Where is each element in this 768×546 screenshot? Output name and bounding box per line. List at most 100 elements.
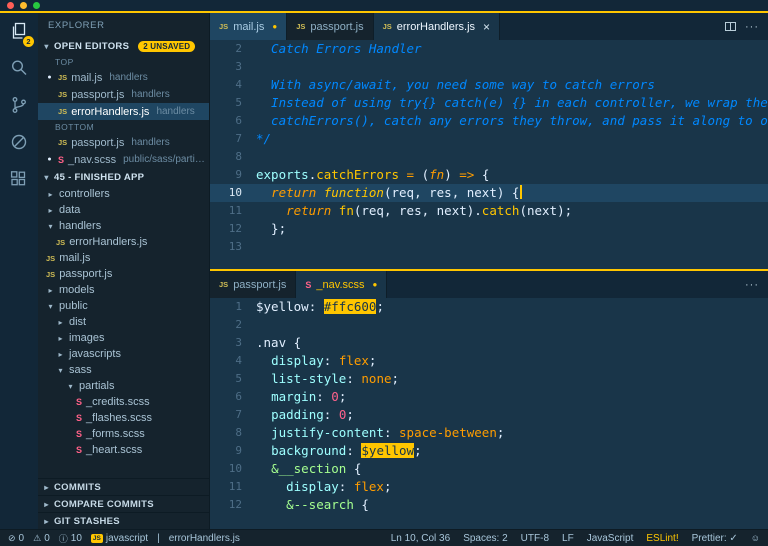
section-label: COMMITS bbox=[54, 481, 101, 493]
code-line[interactable]: 4 display: flex; bbox=[210, 352, 768, 370]
code-line[interactable]: 8 justify-content: space-between; bbox=[210, 424, 768, 442]
status-filename[interactable]: errorHandlers.js bbox=[169, 533, 240, 544]
chevron-down-icon: ▾ bbox=[58, 365, 63, 375]
status-indentation[interactable]: Spaces: 2 bbox=[463, 533, 507, 544]
code-token: $yellow bbox=[256, 299, 309, 314]
close-icon[interactable]: × bbox=[483, 21, 490, 33]
code-line[interactable]: 4 With async/await, you need some way to… bbox=[210, 76, 768, 94]
zoom-window-button[interactable] bbox=[33, 2, 40, 9]
tab-mail-js[interactable]: JS mail.js ● bbox=[210, 13, 288, 40]
code-editor-top[interactable]: 2 Catch Errors Handler 3 4 With async/awai… bbox=[210, 40, 768, 269]
open-editors-header[interactable]: ▾ OPEN EDITORS 2 UNSAVED bbox=[38, 37, 209, 55]
code-line[interactable]: 11 return fn(req, res, next).catch(next)… bbox=[210, 202, 768, 220]
tree-item-passport-js[interactable]: JS passport.js bbox=[38, 266, 209, 282]
code-line[interactable]: 13 bbox=[210, 238, 768, 256]
tree-item-label: passport.js bbox=[59, 268, 113, 280]
line-content: justify-content: space-between; bbox=[256, 424, 768, 442]
close-window-button[interactable] bbox=[7, 2, 14, 9]
code-token: ( bbox=[414, 167, 430, 182]
code-line[interactable]: 6 catchErrors(), catch any errors they t… bbox=[210, 112, 768, 130]
code-line[interactable]: 3 bbox=[210, 58, 768, 76]
tree-item-partials[interactable]: ▾ partials bbox=[38, 378, 209, 394]
code-line[interactable]: 5 list-style: none; bbox=[210, 370, 768, 388]
more-actions-icon[interactable]: ··· bbox=[745, 279, 759, 291]
code-line[interactable]: 3 .nav { bbox=[210, 334, 768, 352]
code-line[interactable]: 5 Instead of using try{} catch(e) {} in … bbox=[210, 94, 768, 112]
tab-label: errorHandlers.js bbox=[396, 20, 476, 33]
minimize-window-button[interactable] bbox=[20, 2, 27, 9]
code-line[interactable]: 10 &__section { bbox=[210, 460, 768, 478]
chevron-right-icon: ▸ bbox=[44, 499, 49, 509]
section-git-stashes[interactable]: ▸ GIT STASHES bbox=[38, 512, 209, 529]
tree-item-_flashes-scss[interactable]: S _flashes.scss bbox=[38, 410, 209, 426]
status-language[interactable]: JavaScript bbox=[587, 533, 634, 544]
line-content: padding: 0; bbox=[256, 406, 768, 424]
split-editor-icon[interactable] bbox=[725, 22, 736, 31]
code-line[interactable]: 11 display: flex; bbox=[210, 478, 768, 496]
status-eslint[interactable]: ESLint! bbox=[646, 533, 678, 544]
open-editor-item[interactable]: JS passport.js handlers bbox=[38, 134, 209, 151]
activity-debug-button[interactable] bbox=[8, 133, 30, 155]
code-line[interactable]: 10 return function(req, res, next) { bbox=[210, 184, 768, 202]
chevron-right-icon: ▸ bbox=[44, 516, 49, 526]
tab-passport-js[interactable]: JS passport.js bbox=[210, 271, 297, 298]
code-line[interactable]: 1 $yellow: #ffc600; bbox=[210, 298, 768, 316]
tab-errorHandlers-js[interactable]: JS errorHandlers.js × bbox=[373, 13, 501, 40]
editor-area: JS mail.js ● JS passport.js JS errorHandlers.j… bbox=[210, 13, 768, 529]
error-icon: ⊘ bbox=[8, 532, 16, 543]
workspace-tree-header[interactable]: ▾ 45 - FINISHED APP bbox=[38, 168, 209, 186]
code-line[interactable]: 2 bbox=[210, 316, 768, 334]
status-eol[interactable]: LF bbox=[562, 533, 574, 544]
code-line[interactable]: 2 Catch Errors Handler bbox=[210, 40, 768, 58]
status-feedback[interactable]: ☺ bbox=[751, 533, 760, 543]
code-line[interactable]: 8 bbox=[210, 148, 768, 166]
code-line[interactable]: 6 margin: 0; bbox=[210, 388, 768, 406]
line-content: exports.catchErrors = (fn) => { bbox=[256, 166, 768, 184]
tree-item-public[interactable]: ▾ public bbox=[38, 298, 209, 314]
tree-item-javascripts[interactable]: ▸ javascripts bbox=[38, 346, 209, 362]
status-info[interactable]: ⓘ 10 bbox=[59, 532, 82, 545]
activity-explorer-button[interactable]: 2 bbox=[8, 22, 34, 47]
code-token: background bbox=[271, 443, 347, 458]
more-actions-icon[interactable]: ··· bbox=[745, 21, 759, 33]
tab-_nav-scss[interactable]: S _nav.scss ● bbox=[296, 271, 388, 298]
activity-search-button[interactable] bbox=[8, 59, 30, 81]
tree-item-errorHandlers-js[interactable]: JS errorHandlers.js bbox=[38, 234, 209, 250]
status-cursor-position[interactable]: Ln 10, Col 36 bbox=[391, 533, 451, 544]
tab-passport-js[interactable]: JS passport.js bbox=[287, 13, 374, 40]
section-compare-commits[interactable]: ▸ COMPARE COMMITS bbox=[38, 495, 209, 512]
code-line[interactable]: 7 */ bbox=[210, 130, 768, 148]
code-line[interactable]: 9 background: $yellow; bbox=[210, 442, 768, 460]
tree-item-_forms-scss[interactable]: S _forms.scss bbox=[38, 426, 209, 442]
tree-item-mail-js[interactable]: JS mail.js bbox=[38, 250, 209, 266]
code-line[interactable]: 9 exports.catchErrors = (fn) => { bbox=[210, 166, 768, 184]
tree-item-controllers[interactable]: ▸ controllers bbox=[38, 186, 209, 202]
file-name: errorHandlers.js bbox=[71, 105, 150, 118]
code-line[interactable]: 7 padding: 0; bbox=[210, 406, 768, 424]
tree-item-data[interactable]: ▸ data bbox=[38, 202, 209, 218]
section-commits[interactable]: ▸ COMMITS bbox=[38, 478, 209, 495]
open-editor-item[interactable]: JS passport.js handlers bbox=[38, 86, 209, 103]
code-editor-bottom[interactable]: 1 $yellow: #ffc600; 2 3 .nav {4 display: fle… bbox=[210, 298, 768, 529]
tree-item-handlers[interactable]: ▾ handlers bbox=[38, 218, 209, 234]
line-number: 8 bbox=[235, 426, 242, 439]
tree-item-_heart-scss[interactable]: S _heart.scss bbox=[38, 442, 209, 458]
open-editor-item[interactable]: ● S _nav.scss public/sass/partials bbox=[38, 151, 209, 168]
tree-item-sass[interactable]: ▾ sass bbox=[38, 362, 209, 378]
activity-source-control-button[interactable] bbox=[8, 96, 30, 118]
status-prettier[interactable]: Prettier: ✓ bbox=[692, 533, 738, 544]
status-encoding[interactable]: UTF-8 bbox=[521, 533, 549, 544]
activity-extensions-button[interactable] bbox=[8, 170, 30, 192]
status-errors[interactable]: ⊘ 0 bbox=[8, 533, 24, 544]
code-token: fn bbox=[338, 203, 354, 218]
open-editor-item[interactable]: ● JS mail.js handlers bbox=[38, 69, 209, 86]
code-line[interactable]: 12 &--search { bbox=[210, 496, 768, 514]
tree-item-images[interactable]: ▸ images bbox=[38, 330, 209, 346]
tree-item-_credits-scss[interactable]: S _credits.scss bbox=[38, 394, 209, 410]
open-editor-item[interactable]: JS errorHandlers.js handlers bbox=[38, 103, 209, 120]
status-warnings[interactable]: ⚠ 0 bbox=[33, 533, 50, 544]
tree-item-dist[interactable]: ▸ dist bbox=[38, 314, 209, 330]
status-language-mode[interactable]: JS javascript bbox=[90, 533, 148, 544]
code-line[interactable]: 12 }; bbox=[210, 220, 768, 238]
tree-item-models[interactable]: ▸ models bbox=[38, 282, 209, 298]
